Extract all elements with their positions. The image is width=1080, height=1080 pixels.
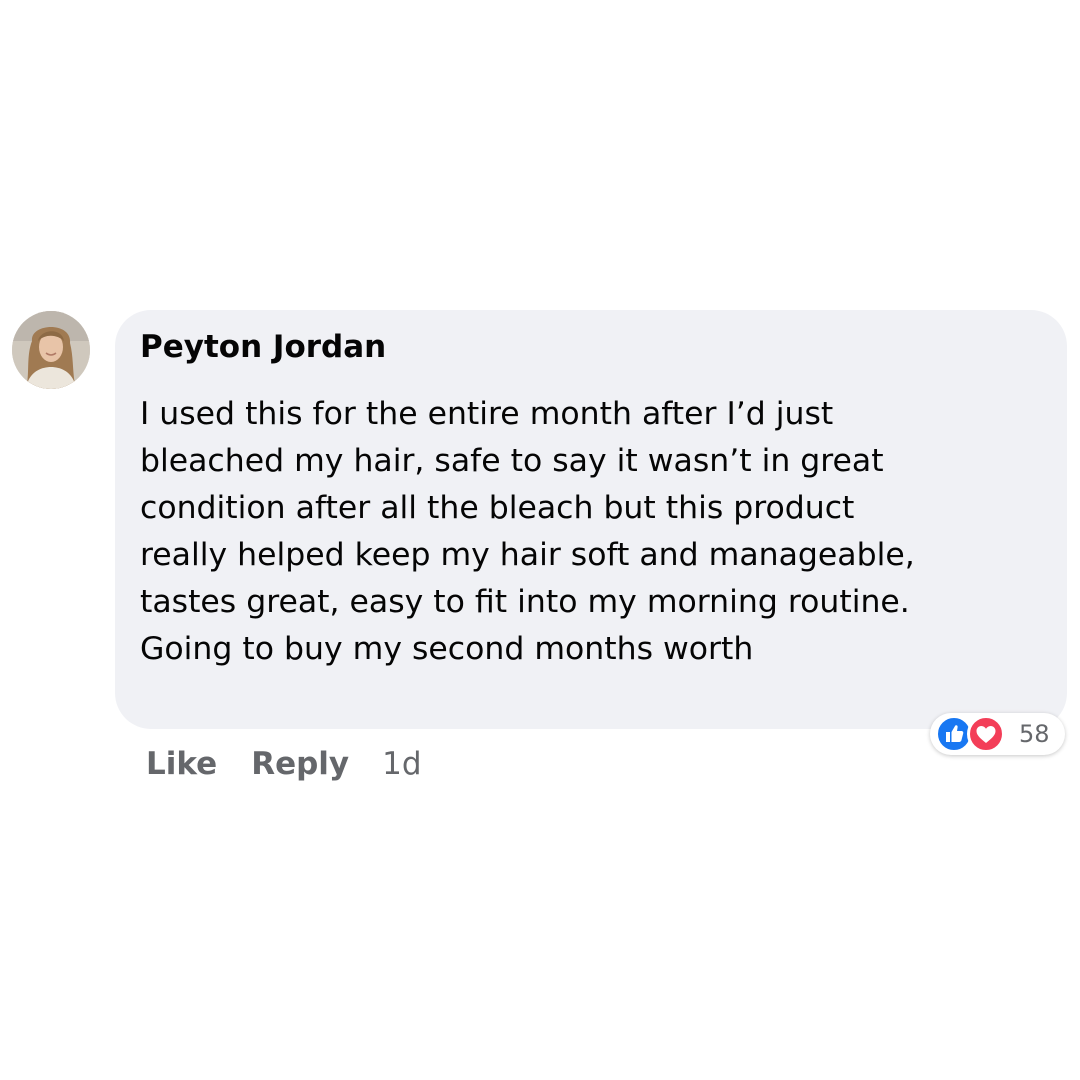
comment-bubble: Peyton Jordan I used this for the entire… bbox=[115, 310, 1067, 729]
avatar[interactable] bbox=[12, 311, 90, 389]
reactions-summary[interactable]: 58 bbox=[930, 713, 1065, 755]
reaction-count: 58 bbox=[1019, 720, 1050, 748]
comment-text: I used this for the entire month after I… bbox=[140, 391, 1040, 673]
reaction-icons bbox=[933, 713, 1011, 755]
love-icon bbox=[967, 715, 1005, 753]
comment-text-line: bleached my hair, safe to say it wasn’t … bbox=[140, 443, 884, 479]
comment-text-line: I used this for the entire month after I… bbox=[140, 396, 834, 432]
comment-text-line: condition after all the bleach but this … bbox=[140, 490, 855, 526]
comment-text-line: Going to buy my second months worth bbox=[140, 631, 754, 667]
comment-actions: Like Reply 1d bbox=[146, 742, 422, 786]
comment-timestamp[interactable]: 1d bbox=[382, 746, 421, 782]
reply-button[interactable]: Reply bbox=[251, 746, 349, 782]
like-button[interactable]: Like bbox=[146, 746, 217, 782]
comment-text-line: really helped keep my hair soft and mana… bbox=[140, 537, 915, 573]
avatar-image bbox=[12, 311, 90, 389]
comment-author[interactable]: Peyton Jordan bbox=[140, 327, 386, 367]
comment-text-line: tastes great, easy to fit into my mornin… bbox=[140, 584, 910, 620]
comment: Peyton Jordan I used this for the entire… bbox=[0, 0, 1080, 1080]
